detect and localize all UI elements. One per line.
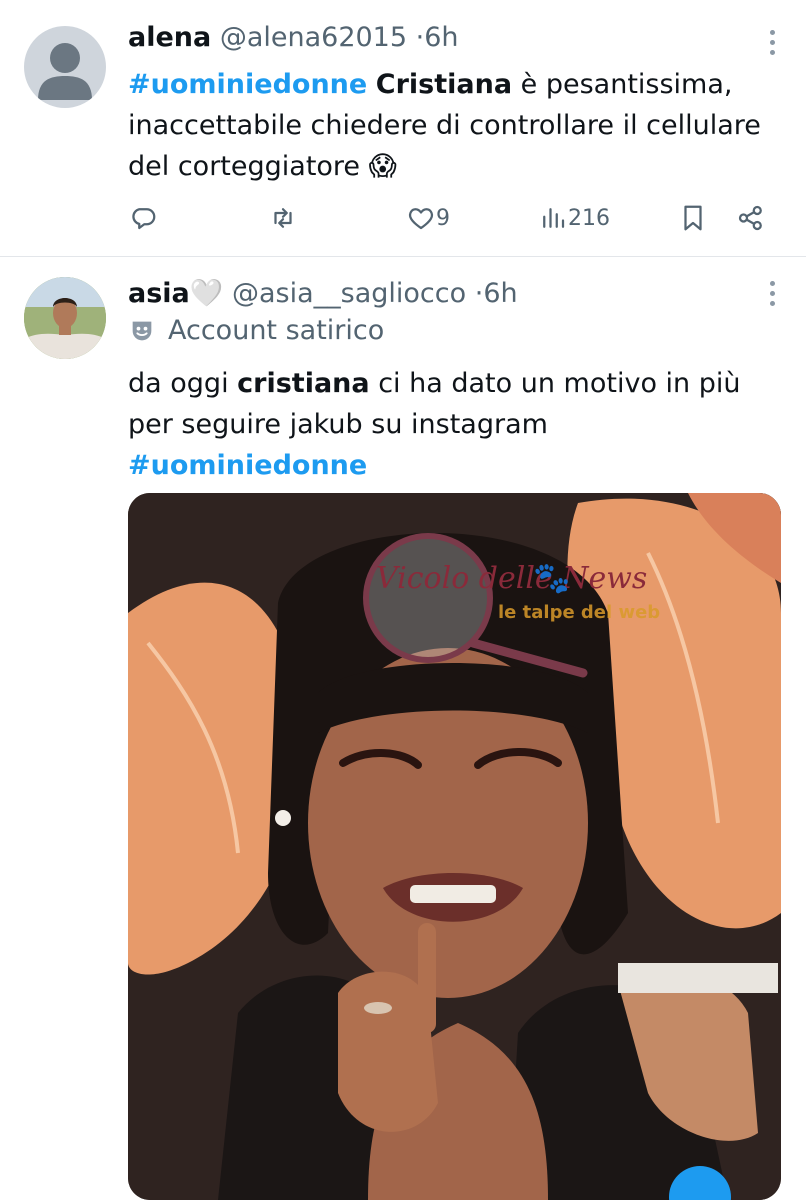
hashtag-link[interactable]: #uominiedonne — [128, 69, 367, 100]
tweet-header: asia🤍 @asia__sagliocco ·6h — [128, 277, 518, 309]
satirical-account-text: Account satirico — [168, 315, 385, 346]
display-name[interactable]: asia — [128, 278, 190, 309]
avatar[interactable] — [24, 277, 106, 359]
display-name[interactable]: alena — [128, 22, 211, 53]
like-count: 9 — [436, 205, 450, 231]
user-handle[interactable]: @asia__sagliocco — [232, 278, 466, 309]
tweet-text-segment: ci ha dato un motivo in più — [369, 368, 741, 399]
timestamp[interactable]: 6h — [424, 22, 458, 53]
tweet-text: da oggi cristiana ci ha dato un motivo i… — [128, 363, 778, 486]
tweet-text: #uominiedonne Cristiana è pesantissima, … — [128, 64, 778, 187]
timestamp[interactable]: 6h — [483, 278, 517, 309]
theater-mask-icon — [132, 321, 152, 340]
hashtag-link[interactable]: #uominiedonne — [128, 450, 367, 481]
bookmark-button[interactable] — [678, 196, 708, 240]
views-icon — [543, 208, 565, 228]
watermark-vicolo: Vicolo delle News — [376, 561, 647, 596]
meme-image: Vicolo delle News le talpe del web 🐾 — [128, 493, 781, 1200]
retweet-icon — [274, 208, 292, 228]
user-handle[interactable]: @alena62015 — [220, 22, 407, 53]
tweet-header: alena @alena62015 ·6h — [128, 22, 459, 53]
emoji: 😱 — [368, 151, 397, 182]
reply-button[interactable] — [128, 196, 158, 240]
more-options-icon[interactable] — [768, 30, 776, 56]
tweet[interactable]: asia🤍 @asia__sagliocco ·6h Account satir… — [0, 257, 806, 1200]
highlighted-word: Cristiana — [375, 69, 513, 100]
highlighted-word: cristiana — [237, 368, 370, 399]
reply-icon — [132, 208, 156, 230]
bookmark-icon — [684, 205, 702, 231]
tweet-text-segment: da oggi — [128, 368, 238, 399]
retweet-button[interactable] — [268, 196, 298, 240]
watermark-cartoon: 🐾 — [533, 561, 570, 596]
share-button[interactable] — [736, 196, 766, 240]
tweet-text-line: del corteggiatore — [128, 151, 361, 182]
profile-photo — [24, 277, 106, 359]
satirical-account-label[interactable]: Account satirico — [128, 315, 384, 346]
views-button[interactable]: 216 — [538, 196, 610, 240]
share-icon — [738, 205, 762, 231]
tweet-text-line: inaccettabile chiedere di controllare il… — [128, 110, 761, 141]
avatar[interactable] — [24, 26, 106, 108]
separator-dot: · — [415, 22, 425, 53]
tweet-actions: 9 216 — [128, 196, 778, 240]
tweet-text-segment: è pesantissima, — [512, 69, 733, 100]
white-heart-emoji: 🤍 — [189, 278, 224, 309]
like-button[interactable]: 9 — [406, 196, 450, 240]
more-options-icon[interactable] — [768, 281, 776, 307]
tweet-text-line: per seguire jakub su instagram — [128, 409, 548, 440]
tweet[interactable]: alena @alena62015 ·6h #uominiedonne Cris… — [0, 0, 806, 257]
tweet-image[interactable]: Vicolo delle News le talpe del web 🐾 — [128, 493, 781, 1200]
view-count: 216 — [568, 205, 610, 231]
watermark-talpe: le talpe del web — [498, 602, 660, 623]
default-avatar-icon — [38, 43, 92, 100]
like-icon — [408, 208, 434, 230]
